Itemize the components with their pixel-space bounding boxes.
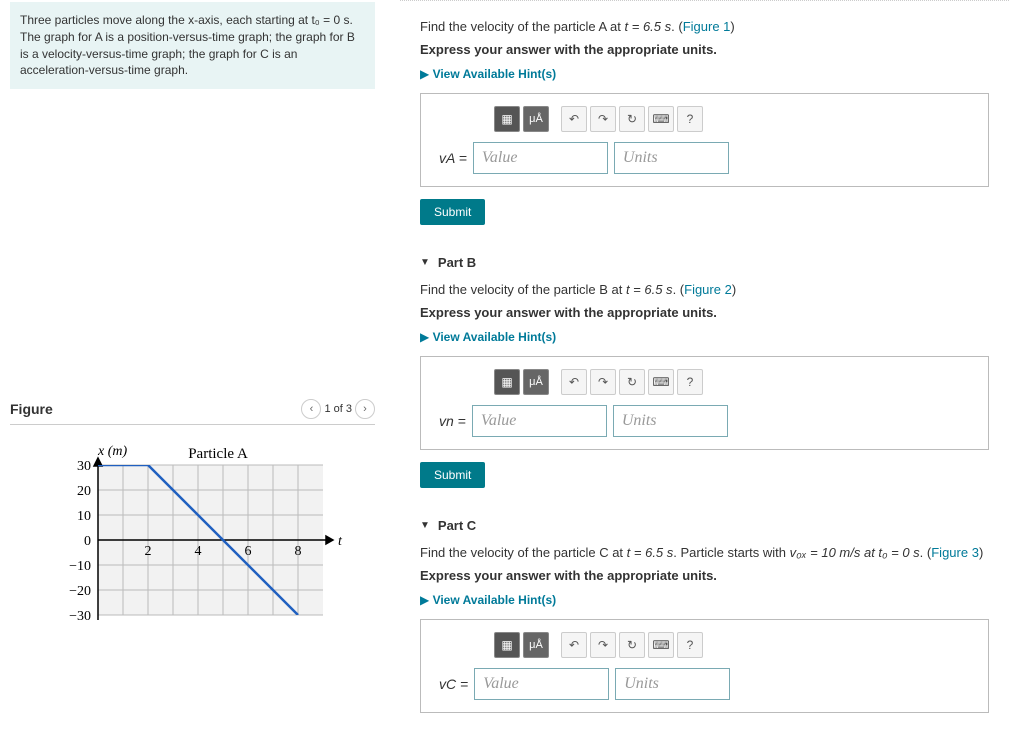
value-input-a[interactable]: Value bbox=[473, 142, 608, 174]
units-input-c[interactable]: Units bbox=[615, 668, 730, 700]
svg-text:−30: −30 bbox=[69, 609, 91, 624]
redo-icon[interactable]: ↷ bbox=[590, 632, 616, 658]
chart-particle-a: 302010 0−10−20−30 2468 x (m) Particle A … bbox=[43, 440, 343, 640]
svg-text:t (s): t (s) bbox=[338, 534, 343, 549]
var-label-a: vA = bbox=[439, 150, 467, 166]
collapse-caret-b[interactable]: ▼ bbox=[420, 257, 430, 268]
redo-icon[interactable]: ↷ bbox=[590, 106, 616, 132]
part-a-prompt: Find the velocity of the particle A at t… bbox=[420, 19, 989, 34]
part-b-instruction: Express your answer with the appropriate… bbox=[420, 305, 989, 320]
hints-toggle-c[interactable]: ▶ View Available Hint(s) bbox=[420, 593, 989, 607]
part-c-prompt: Find the velocity of the particle C at t… bbox=[420, 545, 989, 560]
svg-text:Particle A: Particle A bbox=[188, 446, 248, 462]
reset-icon[interactable]: ↻ bbox=[619, 369, 645, 395]
undo-icon[interactable]: ↶ bbox=[561, 632, 587, 658]
help-icon[interactable]: ? bbox=[677, 632, 703, 658]
answer-box-c: ▦ μÅ ↶ ↷ ↻ ⌨ ? vC = Value Units bbox=[420, 619, 989, 713]
value-input-b[interactable]: Value bbox=[472, 405, 607, 437]
var-label-b: vn = bbox=[439, 413, 466, 429]
figure-link-1[interactable]: Figure 1 bbox=[683, 19, 731, 34]
tool-templates-icon[interactable]: ▦ bbox=[494, 369, 520, 395]
submit-button-a[interactable]: Submit bbox=[420, 199, 485, 225]
tool-special-chars-icon[interactable]: μÅ bbox=[523, 369, 549, 395]
svg-text:10: 10 bbox=[77, 509, 91, 524]
undo-icon[interactable]: ↶ bbox=[561, 369, 587, 395]
svg-text:2: 2 bbox=[144, 544, 151, 559]
keyboard-icon[interactable]: ⌨ bbox=[648, 106, 674, 132]
figure-section: Figure ‹ 1 of 3 › bbox=[0, 399, 385, 640]
part-b: ▼ Part B Find the velocity of the particl… bbox=[400, 245, 1009, 498]
svg-text:20: 20 bbox=[77, 484, 91, 499]
keyboard-icon[interactable]: ⌨ bbox=[648, 369, 674, 395]
part-b-title: Part B bbox=[438, 255, 476, 270]
svg-text:30: 30 bbox=[77, 459, 91, 474]
help-icon[interactable]: ? bbox=[677, 106, 703, 132]
svg-text:4: 4 bbox=[194, 544, 201, 559]
tool-templates-icon[interactable]: ▦ bbox=[494, 106, 520, 132]
part-c: ▼ Part C Find the velocity of the particl… bbox=[400, 508, 1009, 723]
reset-icon[interactable]: ↻ bbox=[619, 106, 645, 132]
units-input-a[interactable]: Units bbox=[614, 142, 729, 174]
part-b-prompt: Find the velocity of the particle B at t… bbox=[420, 282, 989, 297]
collapse-caret-c[interactable]: ▼ bbox=[420, 520, 430, 531]
figure-nav: ‹ 1 of 3 › bbox=[301, 399, 375, 419]
svg-text:−10: −10 bbox=[69, 559, 91, 574]
figure-link-3[interactable]: Figure 3 bbox=[931, 545, 979, 560]
tool-special-chars-icon[interactable]: μÅ bbox=[523, 106, 549, 132]
part-a-instruction: Express your answer with the appropriate… bbox=[420, 42, 989, 57]
hints-toggle-a[interactable]: ▶ View Available Hint(s) bbox=[420, 67, 989, 81]
help-icon[interactable]: ? bbox=[677, 369, 703, 395]
figure-link-2[interactable]: Figure 2 bbox=[684, 282, 732, 297]
problem-statement: Three particles move along the x-axis, e… bbox=[10, 2, 375, 89]
figure-next-button[interactable]: › bbox=[355, 399, 375, 419]
units-input-b[interactable]: Units bbox=[613, 405, 728, 437]
submit-button-b[interactable]: Submit bbox=[420, 462, 485, 488]
svg-text:−20: −20 bbox=[69, 584, 91, 599]
svg-text:x (m): x (m) bbox=[97, 444, 127, 459]
svg-text:8: 8 bbox=[294, 544, 301, 559]
part-c-title: Part C bbox=[438, 518, 476, 533]
figure-prev-button[interactable]: ‹ bbox=[301, 399, 321, 419]
var-label-c: vC = bbox=[439, 676, 468, 692]
toolbar-a: ▦ μÅ ↶ ↷ ↻ ⌨ ? bbox=[494, 106, 970, 132]
redo-icon[interactable]: ↷ bbox=[590, 369, 616, 395]
value-input-c[interactable]: Value bbox=[474, 668, 609, 700]
tool-special-chars-icon[interactable]: μÅ bbox=[523, 632, 549, 658]
tool-templates-icon[interactable]: ▦ bbox=[494, 632, 520, 658]
reset-icon[interactable]: ↻ bbox=[619, 632, 645, 658]
figure-title: Figure bbox=[10, 401, 53, 417]
undo-icon[interactable]: ↶ bbox=[561, 106, 587, 132]
part-c-instruction: Express your answer with the appropriate… bbox=[420, 568, 989, 583]
toolbar-c: ▦ μÅ ↶ ↷ ↻ ⌨ ? bbox=[494, 632, 970, 658]
svg-text:0: 0 bbox=[84, 534, 91, 549]
part-a: Find the velocity of the particle A at t… bbox=[400, 9, 1009, 235]
answer-box-a: ▦ μÅ ↶ ↷ ↻ ⌨ ? vA = Value Units bbox=[420, 93, 989, 187]
hints-toggle-b[interactable]: ▶ View Available Hint(s) bbox=[420, 330, 989, 344]
answer-box-b: ▦ μÅ ↶ ↷ ↻ ⌨ ? vn = Value Units bbox=[420, 356, 989, 450]
toolbar-b: ▦ μÅ ↶ ↷ ↻ ⌨ ? bbox=[494, 369, 970, 395]
figure-nav-text: 1 of 3 bbox=[324, 403, 352, 415]
svg-text:6: 6 bbox=[244, 544, 251, 559]
keyboard-icon[interactable]: ⌨ bbox=[648, 632, 674, 658]
